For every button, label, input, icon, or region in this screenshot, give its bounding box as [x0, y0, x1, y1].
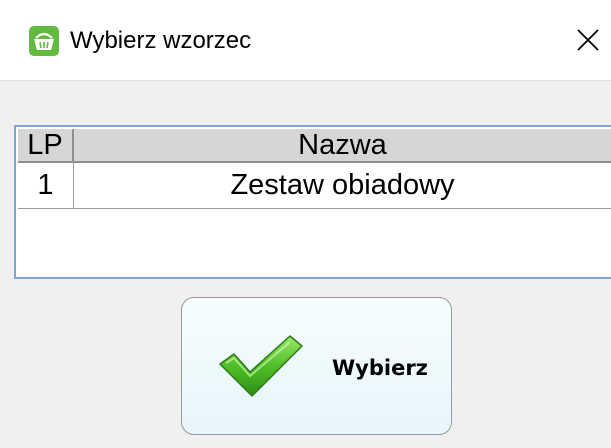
cell-lp: 1: [18, 163, 74, 208]
template-table[interactable]: LP Nazwa 1 Zestaw obiadowy: [14, 125, 611, 279]
column-header-lp[interactable]: LP: [18, 129, 74, 163]
select-button[interactable]: Wybierz: [181, 297, 452, 435]
basket-icon: [29, 26, 59, 56]
title-bar: Wybierz wzorzec: [0, 0, 611, 81]
cell-nazwa: Zestaw obiadowy: [230, 169, 455, 201]
close-button[interactable]: [570, 22, 606, 58]
column-header-nazwa[interactable]: Nazwa: [74, 129, 611, 163]
window-title: Wybierz wzorzec: [70, 27, 252, 54]
close-icon: [577, 29, 599, 51]
check-icon: [219, 335, 303, 397]
select-button-label: Wybierz: [332, 356, 428, 380]
table-row[interactable]: 1 Zestaw obiadowy: [18, 163, 611, 209]
